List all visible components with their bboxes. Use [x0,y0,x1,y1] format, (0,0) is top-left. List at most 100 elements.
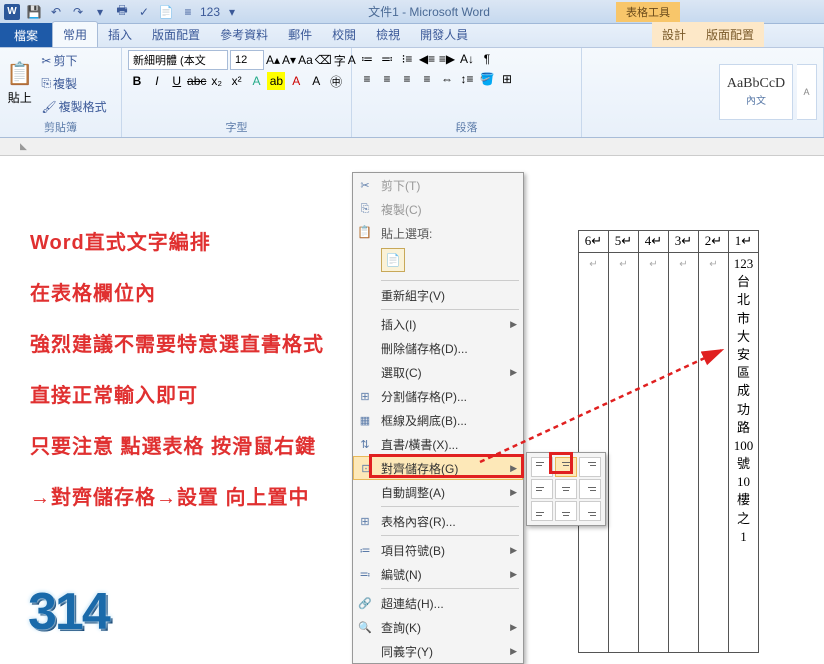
table-cell[interactable]: ↵ [699,253,729,653]
align-top-right[interactable] [579,457,601,477]
tab-table-layout[interactable]: 版面配置 [696,22,764,47]
ctx-cut[interactable]: ✂剪下(T) [353,173,523,197]
align-left-icon[interactable]: ≡ [358,70,376,88]
table-cell[interactable]: ↵ [669,253,699,653]
subscript-icon[interactable]: x₂ [208,72,226,90]
grow-font-icon[interactable]: A▴ [266,51,280,69]
bullets-icon[interactable]: ≔ [358,50,376,68]
ctx-insert[interactable]: 插入(I)▶ [353,312,523,336]
horizontal-ruler[interactable]: ◣ [0,138,824,156]
align-right-icon[interactable]: ≡ [398,70,416,88]
table-header-cell[interactable]: 6↵ [579,231,609,253]
document-table[interactable]: 6↵ 5↵ 4↵ 3↵ 2↵ 1↵ ↵ ↵ ↵ ↵ ↵ 123 台 北 市 大 … [578,230,759,653]
font-name-select[interactable] [128,50,228,70]
tab-home[interactable]: 常用 [52,21,98,47]
text-effect-icon[interactable]: A [248,72,266,90]
ctx-split-cells[interactable]: ⊞分割儲存格(P)... [353,384,523,408]
copy-button[interactable]: ⎘複製 [37,73,110,94]
qat-item-icon[interactable]: 🖶 [112,2,132,22]
ctx-cell-alignment[interactable]: ⊡對齊儲存格(G)▶ [353,456,523,480]
qat-item4-icon[interactable]: ≡ [178,2,198,22]
format-painter-button[interactable]: 🖌複製格式 [37,96,110,117]
tab-references[interactable]: 參考資料 [210,22,278,47]
numbering-icon[interactable]: ≕ [378,50,396,68]
align-middle-left[interactable] [531,479,553,499]
font-size-select[interactable] [230,50,264,70]
cut-button[interactable]: ✂剪下 [37,50,110,71]
tab-insert[interactable]: 插入 [98,22,142,47]
ctx-lookup[interactable]: 🔍查詢(K)▶ [353,615,523,639]
line-spacing-icon[interactable]: ↕≡ [458,70,476,88]
phonetic-icon[interactable]: 字 [334,51,346,69]
highlight-icon[interactable]: ab [267,72,285,90]
paste-icon[interactable]: 📋 [6,61,33,87]
align-middle-center[interactable] [555,479,577,499]
table-header-cell[interactable]: 5↵ [609,231,639,253]
font-color-icon[interactable]: A [287,72,305,90]
ctx-hyperlink[interactable]: 🔗超連結(H)... [353,591,523,615]
style-next[interactable]: A [797,64,817,120]
ctx-synonyms[interactable]: 同義字(Y)▶ [353,639,523,663]
qat-undo-icon[interactable]: ↶ [46,2,66,22]
qat-item2-icon[interactable]: ✓ [134,2,154,22]
tab-developer[interactable]: 開發人員 [410,22,478,47]
underline-icon[interactable]: U [168,72,186,90]
qat-save-icon[interactable]: 💾 [24,2,44,22]
align-middle-right[interactable] [579,479,601,499]
multilevel-icon[interactable]: ⁝≡ [398,50,416,68]
style-normal[interactable]: AaBbCcD 內文 [719,64,793,120]
table-cell[interactable]: ↵ [609,253,639,653]
clear-format-icon[interactable]: ⌫ [315,51,332,69]
qat-item3-icon[interactable]: 📄 [156,2,176,22]
paste-option-icon[interactable]: 📄 [381,248,405,272]
table-header-cell[interactable]: 3↵ [669,231,699,253]
shading-icon[interactable]: 🪣 [478,70,496,88]
tab-review[interactable]: 校閱 [322,22,366,47]
tab-view[interactable]: 檢視 [366,22,410,47]
table-cell-address[interactable]: 123 台 北 市 大 安 區 成 功 路 100 號 10 樓 之 1 [729,253,759,653]
tab-layout[interactable]: 版面配置 [142,22,210,47]
table-cell[interactable]: ↵ [639,253,669,653]
align-center-icon[interactable]: ≡ [378,70,396,88]
qat-redo-icon[interactable]: ↷ [68,2,88,22]
indent-inc-icon[interactable]: ≡▶ [438,50,456,68]
show-marks-icon[interactable]: ¶ [478,50,496,68]
align-top-center[interactable] [555,457,577,477]
strike-icon[interactable]: abc [188,72,206,90]
bold-icon[interactable]: B [128,72,146,90]
ctx-autofit[interactable]: 自動調整(A)▶ [353,480,523,504]
ctx-borders[interactable]: ▦框線及網底(B)... [353,408,523,432]
superscript-icon[interactable]: x² [228,72,246,90]
align-bottom-right[interactable] [579,501,601,521]
borders-icon[interactable]: ⊞ [498,70,516,88]
sort-icon[interactable]: A↓ [458,50,476,68]
ctx-bullets[interactable]: ≔項目符號(B)▶ [353,538,523,562]
ctx-regroup[interactable]: 重新組字(V) [353,283,523,307]
qat-customize-icon[interactable]: ▾ [90,2,110,22]
ctx-numbering[interactable]: ≕編號(N)▶ [353,562,523,586]
shrink-font-icon[interactable]: A▾ [282,51,296,69]
justify-icon[interactable]: ≡ [418,70,436,88]
tab-table-design[interactable]: 設計 [652,22,696,47]
distribute-icon[interactable]: ⇔ [438,70,456,88]
enclose-icon[interactable]: ㊥ [327,72,345,90]
align-bottom-left[interactable] [531,501,553,521]
ctx-text-direction[interactable]: ⇅直書/橫書(X)... [353,432,523,456]
tab-mailings[interactable]: 郵件 [278,22,322,47]
ctx-table-props[interactable]: ⊞表格內容(R)... [353,509,523,533]
char-shading-icon[interactable]: A [307,72,325,90]
change-case-icon[interactable]: Aa [298,51,313,69]
table-header-cell[interactable]: 2↵ [699,231,729,253]
qat-more-icon[interactable]: ▾ [222,2,242,22]
ctx-select[interactable]: 選取(C)▶ [353,360,523,384]
align-top-left[interactable] [531,457,553,477]
paste-button[interactable]: 貼上 [8,89,32,106]
table-header-cell[interactable]: 4↵ [639,231,669,253]
align-bottom-center[interactable] [555,501,577,521]
file-tab[interactable]: 檔案 [0,23,52,47]
indent-dec-icon[interactable]: ◀≡ [418,50,436,68]
table-header-cell[interactable]: 1↵ [729,231,759,253]
ctx-delete-cells[interactable]: 刪除儲存格(D)... [353,336,523,360]
italic-icon[interactable]: I [148,72,166,90]
qat-item5-icon[interactable]: 123 [200,2,220,22]
